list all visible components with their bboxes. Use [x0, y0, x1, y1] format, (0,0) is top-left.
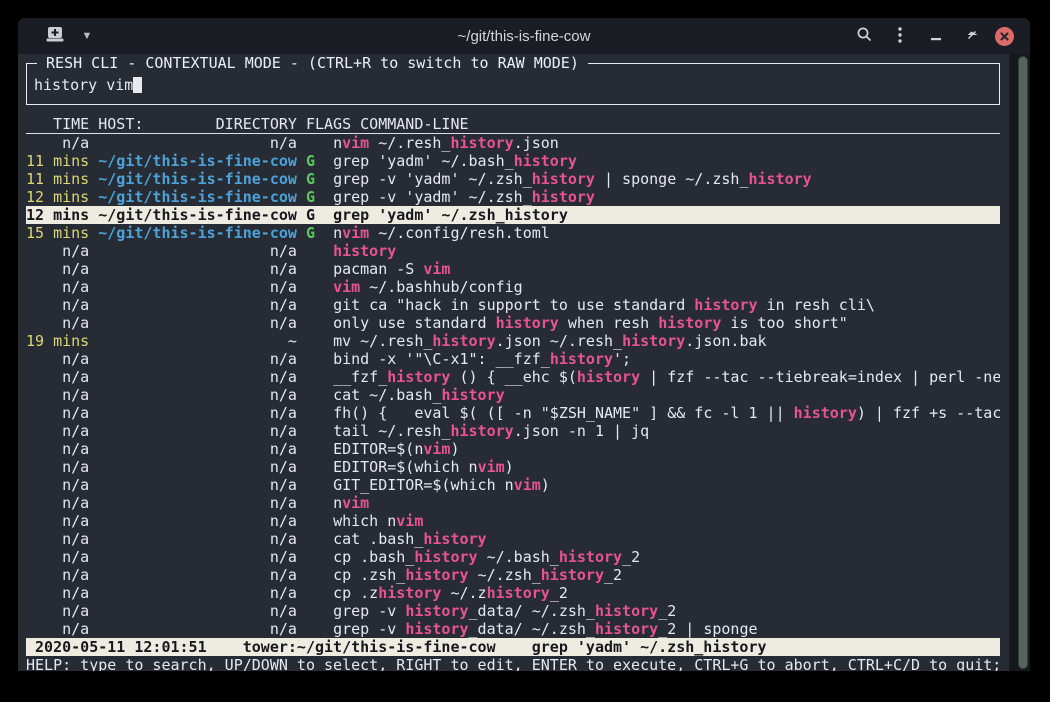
- history-row[interactable]: n/a n/a GIT_EDITOR=$(which nvim): [26, 476, 1000, 494]
- history-row[interactable]: n/a n/a nvim: [26, 494, 1000, 512]
- history-rows: n/a n/a nvim ~/.resh_history.json11 mins…: [26, 134, 1000, 638]
- history-row[interactable]: n/a n/a grep -v history_data/ ~/.zsh_his…: [26, 620, 1000, 638]
- history-row[interactable]: n/a n/a EDITOR=$(nvim): [26, 440, 1000, 458]
- resh-search-box[interactable]: RESH CLI - CONTEXTUAL MODE - (CTRL+R to …: [26, 63, 1000, 105]
- new-tab-button[interactable]: [42, 23, 68, 49]
- history-row[interactable]: n/a n/a cat ~/.bash_history: [26, 386, 1000, 404]
- history-row[interactable]: n/a n/a cp .zsh_history ~/.zsh_history_2: [26, 566, 1000, 584]
- history-row[interactable]: n/a n/a tail ~/.resh_history.json -n 1 |…: [26, 422, 1000, 440]
- table-header: TIME HOST: DIRECTORY FLAGS COMMAND-LINE: [26, 115, 1000, 134]
- search-button[interactable]: [851, 23, 877, 49]
- history-row[interactable]: n/a n/a __fzf_history () { __ehc $(histo…: [26, 368, 1000, 386]
- screen: ▼ ~/git/this-is-fine-cow: [0, 0, 1050, 702]
- history-row[interactable]: n/a n/a EDITOR=$(which nvim): [26, 458, 1000, 476]
- terminal-content: RESH CLI - CONTEXTUAL MODE - (CTRL+R to …: [18, 54, 1030, 671]
- history-row[interactable]: 19 mins ~ mv ~/.resh_history.json ~/.res…: [26, 332, 1000, 350]
- close-icon: [1000, 32, 1009, 41]
- history-row[interactable]: n/a n/a git ca "hack in support to use s…: [26, 296, 1000, 314]
- restore-icon: [966, 29, 978, 44]
- resh-mode-label: RESH CLI - CONTEXTUAL MODE - (CTRL+R to …: [37, 54, 588, 72]
- tab-dropdown-button[interactable]: ▼: [79, 23, 95, 49]
- history-row[interactable]: n/a n/a only use standard history when r…: [26, 314, 1000, 332]
- kebab-menu-icon: [898, 27, 902, 46]
- history-row[interactable]: n/a n/a nvim ~/.resh_history.json: [26, 134, 1000, 152]
- terminal-window: ▼ ~/git/this-is-fine-cow: [18, 18, 1030, 671]
- text-cursor: [133, 77, 142, 93]
- history-row-selected[interactable]: 12 mins ~/git/this-is-fine-cow G grep 'y…: [26, 206, 1000, 224]
- history-row[interactable]: 12 mins ~/git/this-is-fine-cow G grep -v…: [26, 188, 1000, 206]
- history-row[interactable]: n/a n/a cat .bash_history: [26, 530, 1000, 548]
- scrollbar[interactable]: [1009, 54, 1030, 671]
- scrollbar-thumb[interactable]: [1018, 56, 1028, 669]
- history-row[interactable]: 11 mins ~/git/this-is-fine-cow G grep 'y…: [26, 152, 1000, 170]
- history-row[interactable]: n/a n/a pacman -S vim: [26, 260, 1000, 278]
- selected-command-preview-bar: 2020-05-11 12:01:51 tower:~/git/this-is-…: [26, 638, 1000, 656]
- history-row[interactable]: n/a n/a cp .zhistory ~/.zhistory_2: [26, 584, 1000, 602]
- history-row[interactable]: n/a n/a history: [26, 242, 1000, 260]
- menu-button[interactable]: [887, 23, 913, 49]
- search-icon: [856, 26, 873, 46]
- history-row[interactable]: n/a n/a which nvim: [26, 512, 1000, 530]
- history-row[interactable]: n/a n/a fh() { eval $( ([ -n "$ZSH_NAME"…: [26, 404, 1000, 422]
- titlebar: ▼ ~/git/this-is-fine-cow: [18, 18, 1030, 54]
- history-row[interactable]: n/a n/a cp .bash_history ~/.bash_history…: [26, 548, 1000, 566]
- minimize-button[interactable]: [923, 23, 949, 49]
- restore-button[interactable]: [959, 23, 985, 49]
- new-tab-icon: [46, 26, 64, 46]
- close-button[interactable]: [995, 27, 1014, 46]
- history-row[interactable]: n/a n/a vim ~/.bashhub/config: [26, 278, 1000, 296]
- minimize-icon: [931, 29, 941, 44]
- history-row[interactable]: n/a n/a grep -v history_data/ ~/.zsh_his…: [26, 602, 1000, 620]
- chevron-down-icon: ▼: [82, 30, 93, 42]
- history-row[interactable]: 11 mins ~/git/this-is-fine-cow G grep -v…: [26, 170, 1000, 188]
- history-row[interactable]: n/a n/a bind -x '"\C-x1": __fzf_history'…: [26, 350, 1000, 368]
- help-line: HELP: type to search, UP/DOWN to select,…: [26, 656, 1000, 671]
- history-row[interactable]: 15 mins ~/git/this-is-fine-cow G nvim ~/…: [26, 224, 1000, 242]
